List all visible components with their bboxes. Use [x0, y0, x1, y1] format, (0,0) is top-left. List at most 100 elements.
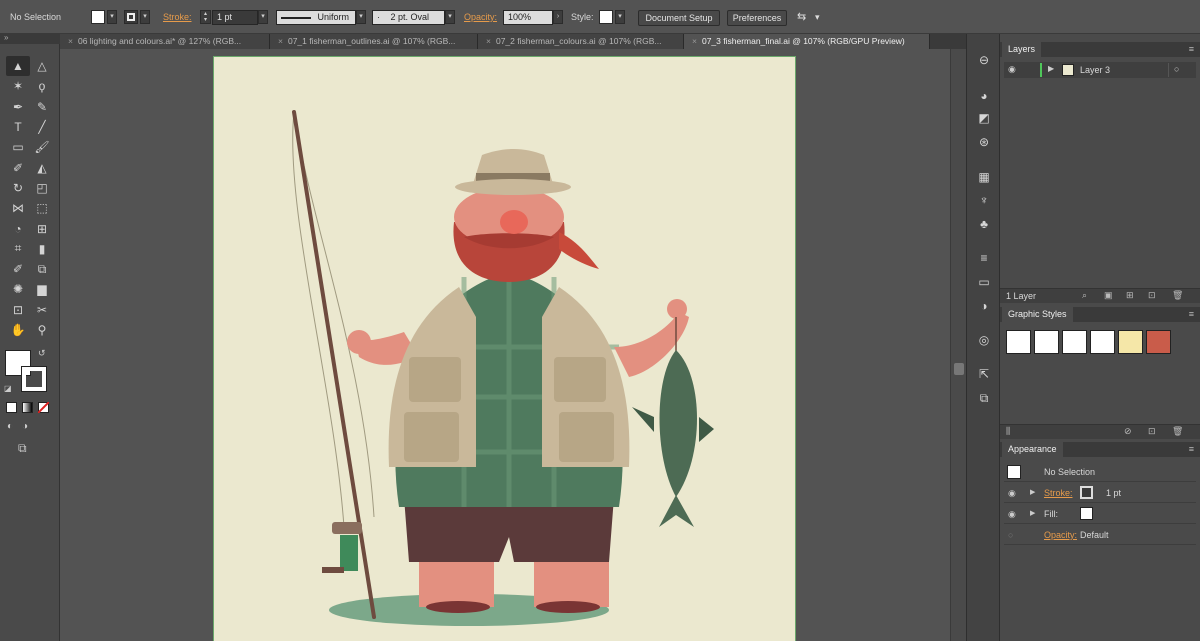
- symbol-sprayer-tool[interactable]: ✺: [6, 279, 30, 299]
- artboard-tool[interactable]: ⊡: [6, 300, 30, 320]
- stroke-label[interactable]: Stroke:: [1044, 483, 1073, 503]
- control-bar-menu-icon[interactable]: ▾: [815, 9, 820, 25]
- pen-tool[interactable]: ✒: [6, 97, 30, 117]
- stroke-panel-icon[interactable]: ≡: [975, 250, 993, 266]
- color-guide-icon[interactable]: ⊛: [975, 134, 993, 150]
- layers-tab[interactable]: Layers: [1002, 42, 1042, 57]
- opacity-label[interactable]: Opacity:: [1044, 525, 1077, 545]
- draw-normal-icon[interactable]: ◐: [7, 421, 13, 432]
- close-icon[interactable]: ×: [692, 36, 697, 46]
- shape-builder-tool[interactable]: ◔: [6, 218, 30, 238]
- panel-menu-icon[interactable]: ≡: [1189, 44, 1194, 54]
- brushes-icon[interactable]: ♆: [975, 192, 993, 208]
- expand-arrow-icon[interactable]: ▶: [1030, 483, 1035, 503]
- style-libraries-icon[interactable]: ⫼: [1006, 426, 1010, 437]
- close-icon[interactable]: ×: [278, 36, 283, 46]
- draw-behind-icon[interactable]: ◑: [22, 421, 28, 432]
- graphic-style-3[interactable]: [1062, 330, 1087, 354]
- vertical-scrollbar[interactable]: [950, 49, 966, 641]
- stroke-dropdown[interactable]: ▾: [140, 10, 150, 24]
- stroke-weight-stepper[interactable]: ▴ ▾: [200, 10, 211, 24]
- line-tool[interactable]: ╱: [30, 117, 54, 137]
- stroke-swatch[interactable]: [1080, 486, 1093, 499]
- canvas-area[interactable]: [60, 49, 950, 641]
- document-setup-button[interactable]: Document Setup: [638, 10, 720, 26]
- hand-tool[interactable]: ✋: [6, 320, 30, 340]
- expand-arrow-icon[interactable]: ▶: [1048, 64, 1054, 73]
- graphic-style-swatch[interactable]: [599, 10, 613, 24]
- scale-tool[interactable]: ◰: [30, 178, 54, 198]
- none-mode-icon[interactable]: [38, 402, 49, 413]
- target-circle-icon[interactable]: ○: [1174, 64, 1179, 74]
- artboards-icon[interactable]: ⧉: [975, 390, 993, 406]
- free-transform-tool[interactable]: ⬚: [30, 198, 54, 218]
- gradient-mode-icon[interactable]: [22, 402, 33, 413]
- gradient-tool[interactable]: ▮: [30, 239, 54, 259]
- mesh-tool[interactable]: ⌗: [6, 239, 30, 259]
- rectangle-tool[interactable]: ▭: [6, 137, 30, 157]
- new-layer-icon[interactable]: ⊡: [1148, 290, 1156, 301]
- color-palette-icon[interactable]: ◕: [975, 88, 993, 104]
- graphic-style-4[interactable]: [1090, 330, 1115, 354]
- close-icon[interactable]: ×: [486, 36, 491, 46]
- close-icon[interactable]: ×: [68, 36, 73, 46]
- locate-object-icon[interactable]: ⌕: [1082, 290, 1087, 301]
- delete-icon[interactable]: 🗑: [1172, 290, 1183, 301]
- symbols-icon[interactable]: ♣: [975, 216, 993, 232]
- stroke-label[interactable]: Stroke:: [163, 9, 192, 25]
- perspective-grid-tool[interactable]: ⊞: [30, 218, 54, 238]
- rotate-tool[interactable]: ↻: [6, 178, 30, 198]
- stroke-color-box[interactable]: [21, 366, 47, 392]
- fill-swatch[interactable]: [91, 10, 105, 24]
- doc-tab-3[interactable]: × 07_2 fisherman_colours.ai @ 107% (RGB..…: [478, 34, 684, 49]
- stroke-profile-select[interactable]: Uniform: [276, 10, 356, 25]
- opacity-dropdown[interactable]: ›: [553, 10, 563, 24]
- expand-arrow-icon[interactable]: ▶: [1030, 504, 1035, 524]
- visibility-eye-icon[interactable]: ◉: [1008, 483, 1016, 503]
- graphic-style-2[interactable]: [1034, 330, 1059, 354]
- export-icon[interactable]: ⇱: [975, 366, 993, 382]
- layer-name[interactable]: Layer 3: [1080, 62, 1110, 78]
- graphic-style-default[interactable]: [1006, 330, 1031, 354]
- links-icon[interactable]: ⊖: [975, 52, 993, 68]
- brush-dropdown[interactable]: ▾: [445, 10, 455, 24]
- appearance-fill-row[interactable]: ◉ ▶ Fill:: [1004, 504, 1196, 524]
- appearance-stroke-row[interactable]: ◉ ▶ Stroke: 1 pt: [1004, 483, 1196, 503]
- direct-selection-tool[interactable]: △: [30, 56, 54, 76]
- swap-fill-stroke-icon[interactable]: ↺: [38, 348, 46, 359]
- delete-icon[interactable]: 🗑: [1172, 426, 1183, 437]
- zoom-tool[interactable]: ⚲: [30, 320, 54, 340]
- break-link-icon[interactable]: ⊘: [1124, 426, 1132, 437]
- type-tool[interactable]: T: [6, 117, 30, 137]
- opacity-field[interactable]: 100%: [503, 10, 553, 25]
- swatches-icon[interactable]: ▦: [975, 169, 993, 185]
- default-colors-icon[interactable]: ◪: [4, 384, 12, 393]
- magic-wand-tool[interactable]: ✶: [6, 76, 30, 96]
- graphic-styles-tab[interactable]: Graphic Styles: [1002, 307, 1073, 322]
- artboard[interactable]: [213, 56, 796, 641]
- stroke-swatch[interactable]: [124, 10, 138, 24]
- new-style-icon[interactable]: ⊡: [1148, 426, 1156, 437]
- gradient-icon[interactable]: ▭: [975, 274, 993, 290]
- doc-tab-4-active[interactable]: × 07_3 fisherman_final.ai @ 107% (RGB/GPU…: [684, 34, 930, 49]
- gradient-panel-icon[interactable]: ◩: [975, 110, 993, 126]
- opacity-label[interactable]: Opacity:: [464, 9, 497, 25]
- appearance-opacity-row[interactable]: ○ Opacity: Default: [1004, 525, 1196, 545]
- arrange-documents-icon[interactable]: ⇆: [797, 9, 806, 25]
- selection-tool[interactable]: ▲: [6, 56, 30, 77]
- slice-tool[interactable]: ✂: [30, 300, 54, 320]
- stroke-profile-dropdown[interactable]: ▾: [356, 10, 366, 24]
- stroke-weight-dropdown[interactable]: ▾: [258, 10, 268, 24]
- panel-menu-icon[interactable]: ≡: [1189, 444, 1194, 454]
- visibility-eye-icon[interactable]: ◉: [1008, 504, 1016, 524]
- fill-dropdown[interactable]: ▾: [107, 10, 117, 24]
- eyedropper-tool[interactable]: ✐: [6, 259, 30, 279]
- visibility-eye-icon[interactable]: ○: [1008, 525, 1013, 545]
- panel-menu-icon[interactable]: ≡: [1189, 309, 1194, 319]
- new-sublayer-icon[interactable]: ⊞: [1126, 290, 1134, 301]
- transparency-icon[interactable]: ◑: [975, 298, 993, 314]
- doc-tab-1[interactable]: × 06 lighting and colours.ai* @ 127% (RGB…: [60, 34, 270, 49]
- stroke-weight[interactable]: 1 pt: [1106, 483, 1121, 503]
- lasso-tool[interactable]: ϙ: [30, 76, 54, 96]
- screen-mode-icon[interactable]: ⧉: [18, 441, 27, 456]
